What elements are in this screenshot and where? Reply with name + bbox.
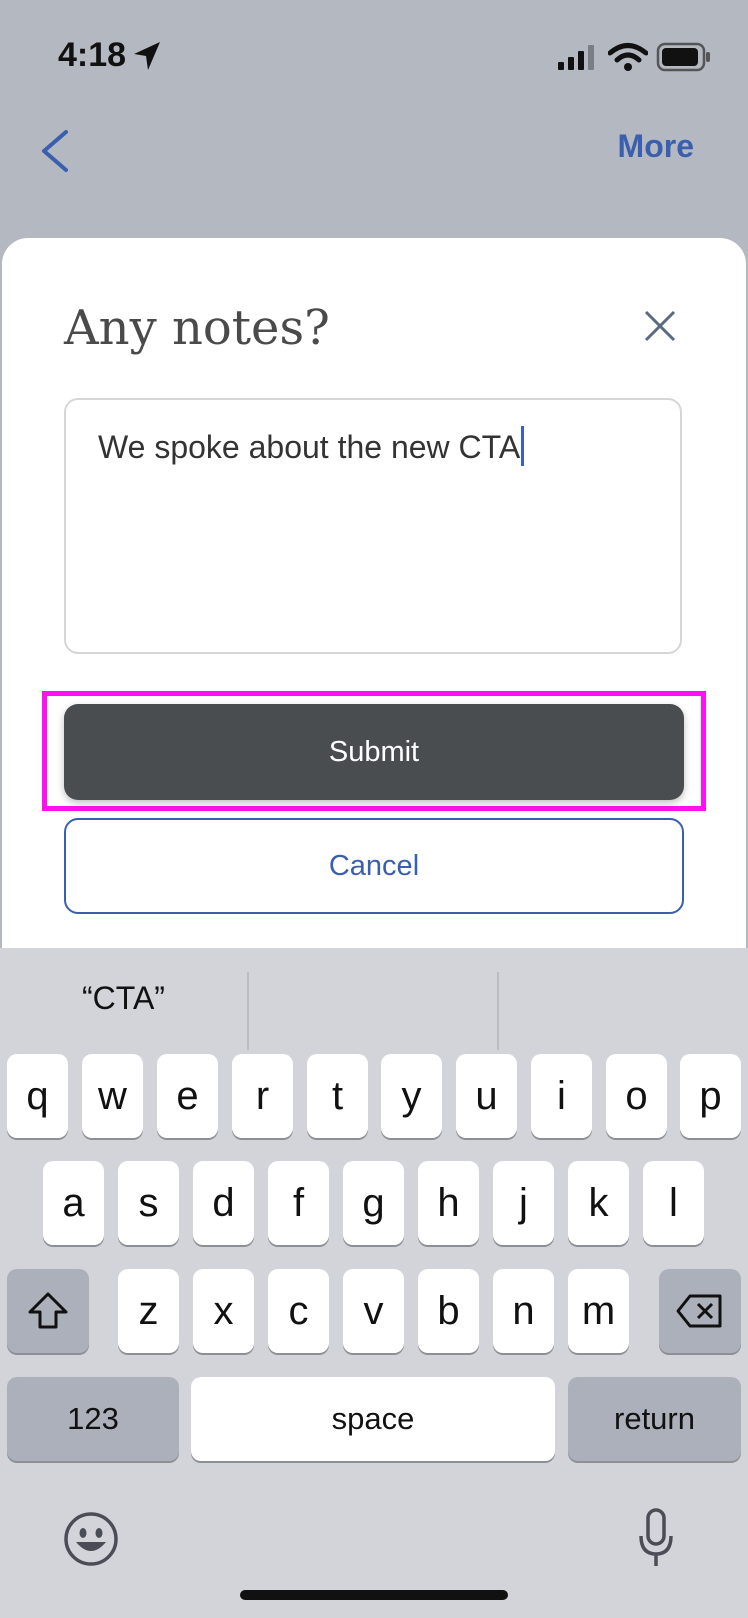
numbers-key[interactable]: 123 [7,1377,179,1461]
key-c[interactable]: c [268,1269,329,1353]
submit-button[interactable]: Submit [64,704,684,800]
key-q[interactable]: q [7,1054,68,1138]
key-b[interactable]: b [418,1269,479,1353]
suggestion-cta[interactable]: “CTA” [82,980,165,1017]
key-z[interactable]: z [118,1269,179,1353]
key-w[interactable]: w [82,1054,143,1138]
key-r[interactable]: r [232,1054,293,1138]
suggestion-divider [247,972,249,1050]
key-l[interactable]: l [643,1161,704,1245]
key-d[interactable]: d [193,1161,254,1245]
close-icon[interactable] [642,308,678,344]
key-f[interactable]: f [268,1161,329,1245]
location-arrow-icon [134,42,160,70]
status-time: 4:18 [58,36,127,74]
shift-icon [28,1292,68,1329]
key-k[interactable]: k [568,1161,629,1245]
backspace-key[interactable] [659,1269,741,1353]
cancel-button[interactable]: Cancel [64,818,684,914]
more-button[interactable]: More [618,128,694,165]
key-v[interactable]: v [343,1269,404,1353]
chevron-left-icon[interactable] [36,128,72,174]
key-o[interactable]: o [606,1054,667,1138]
return-key[interactable]: return [568,1377,741,1461]
signal-icon [558,45,594,70]
key-s[interactable]: s [118,1161,179,1245]
battery-icon [656,42,710,72]
shift-key[interactable] [7,1269,89,1353]
key-a[interactable]: a [43,1161,104,1245]
home-indicator [240,1590,508,1600]
key-t[interactable]: t [307,1054,368,1138]
key-u[interactable]: u [456,1054,517,1138]
emoji-icon[interactable] [62,1510,120,1568]
modal-title: Any notes? [64,300,330,356]
backspace-icon [676,1294,722,1328]
space-key[interactable]: space [191,1377,555,1461]
key-p[interactable]: p [680,1054,741,1138]
notes-textarea[interactable]: We spoke about the new CTA [64,398,682,654]
key-y[interactable]: y [381,1054,442,1138]
microphone-icon[interactable] [638,1508,674,1570]
key-n[interactable]: n [493,1269,554,1353]
wifi-icon [608,43,648,71]
text-cursor [521,426,525,466]
key-g[interactable]: g [343,1161,404,1245]
key-e[interactable]: e [157,1054,218,1138]
key-i[interactable]: i [531,1054,592,1138]
key-j[interactable]: j [493,1161,554,1245]
key-m[interactable]: m [568,1269,629,1353]
notes-text: We spoke about the new CTA [98,429,521,465]
key-x[interactable]: x [193,1269,254,1353]
key-h[interactable]: h [418,1161,479,1245]
suggestion-divider [497,972,499,1050]
